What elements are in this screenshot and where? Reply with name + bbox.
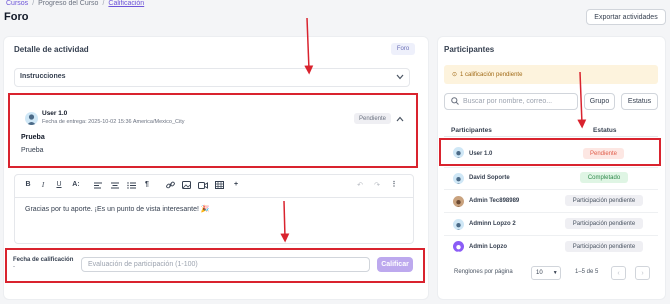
breadcrumb-cursos[interactable]: Cursos — [6, 0, 28, 7]
redo-icon[interactable]: ↷ — [372, 181, 382, 189]
undo-icon[interactable]: ↶ — [355, 181, 365, 189]
avatar — [453, 147, 464, 158]
instructions-label: Instrucciones — [20, 73, 66, 80]
table-icon[interactable] — [215, 181, 224, 189]
avatar — [25, 112, 38, 125]
participant-name: David Soporte — [469, 175, 510, 181]
status-filter-button[interactable]: Estatus — [621, 93, 658, 110]
breadcrumb-progreso[interactable]: Progreso del Curso — [38, 0, 98, 7]
participant-name: Adminn Lopzo 2 — [469, 221, 516, 227]
status-badge: Participación pendiente — [565, 218, 643, 229]
submission-body: Prueba — [21, 147, 44, 154]
italic-icon[interactable]: I — [38, 181, 48, 189]
activity-detail-title: Detalle de actividad — [14, 45, 89, 54]
rows-per-page-select[interactable]: 10 ▼ — [531, 266, 561, 280]
status-badge: Completado — [580, 172, 628, 183]
breadcrumb: Cursos / Progreso del Curso / Calificación — [6, 0, 145, 7]
submission-card — [8, 93, 418, 168]
more-options-icon[interactable]: ⋮ — [389, 180, 399, 188]
grade-date-label: Fecha de calificación — [13, 257, 74, 263]
participant-name: Admin Lopzo — [469, 244, 507, 250]
chevron-down-icon[interactable] — [396, 74, 404, 80]
breadcrumb-calificacion[interactable]: Calificación — [108, 0, 144, 7]
instructions-accordion[interactable] — [14, 68, 410, 87]
page-title: Foro — [4, 11, 29, 23]
align-left-icon[interactable] — [94, 182, 102, 189]
status-badge: Pendiente — [583, 148, 624, 159]
col-status: Estatus — [593, 127, 617, 134]
submission-due-date: Fecha de entrega: 2025-10-02 15:36 Ameri… — [42, 119, 185, 125]
grade-date-value: - — [13, 264, 15, 270]
video-icon[interactable] — [198, 182, 208, 189]
image-icon[interactable] — [182, 181, 191, 189]
participants-title: Participantes — [444, 45, 495, 54]
grade-button[interactable]: Calificar — [377, 257, 413, 272]
prev-page-button[interactable]: ‹ — [611, 266, 626, 280]
feedback-text[interactable]: Gracias por tu aporte. ¡Es un punto de v… — [25, 205, 210, 213]
bold-icon[interactable]: B — [23, 181, 33, 188]
avatar — [453, 196, 464, 207]
status-badge: Participación pendiente — [565, 195, 643, 206]
export-activities-button[interactable]: Exportar actividades — [586, 9, 666, 25]
activity-type-badge: Foro — [391, 43, 415, 55]
group-filter-button[interactable]: Grupo — [584, 93, 615, 110]
chevron-right-icon: › — [641, 269, 644, 277]
pagination-range: 1–5 de 5 — [575, 269, 599, 275]
participant-name: Admin Tec898989 — [469, 198, 520, 204]
participant-name: User 1.0 — [469, 151, 493, 157]
submission-title: Prueba — [21, 134, 45, 141]
table-header-divider — [444, 136, 658, 137]
chevron-down-icon: ▼ — [552, 270, 558, 276]
grade-input[interactable]: Evaluación de participación (1-100) — [81, 257, 370, 272]
submission-user: User 1.0 — [42, 110, 68, 117]
submission-status-badge: Pendiente — [354, 113, 391, 124]
avatar — [453, 219, 464, 230]
status-badge: Participación pendiente — [565, 241, 643, 252]
pending-alert: ⊙ 1 calificación pendiente — [444, 65, 658, 84]
font-size-icon[interactable]: Aː — [71, 181, 81, 188]
avatar — [453, 241, 464, 252]
chevron-left-icon: ‹ — [617, 269, 620, 277]
paragraph-icon[interactable]: ¶ — [142, 181, 152, 188]
participant-search-input[interactable]: Buscar por nombre, correo... — [444, 93, 578, 110]
numbered-list-icon[interactable] — [127, 182, 136, 189]
chevron-up-icon[interactable] — [396, 116, 404, 122]
underline-icon[interactable]: U — [54, 181, 64, 188]
insert-more-icon[interactable]: + — [231, 181, 241, 188]
col-participants: Participantes — [451, 127, 492, 134]
avatar — [453, 173, 464, 184]
bullet-list-icon[interactable] — [111, 182, 119, 189]
search-icon — [451, 97, 459, 105]
next-page-button[interactable]: › — [635, 266, 650, 280]
link-icon[interactable] — [166, 181, 175, 189]
clock-icon: ⊙ — [452, 72, 458, 78]
pending-alert-text: 1 calificación pendiente — [460, 71, 523, 78]
rows-per-page-label: Renglones por página — [454, 269, 513, 275]
rows-per-page-value: 10 — [536, 270, 543, 276]
